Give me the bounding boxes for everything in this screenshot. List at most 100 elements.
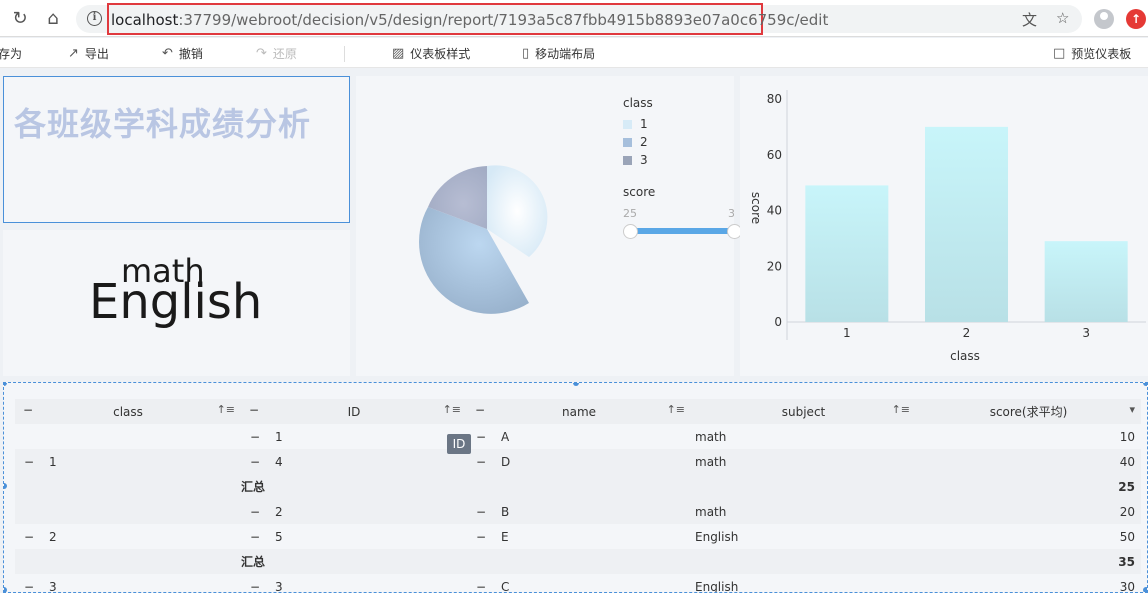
collapse-icon[interactable]: −	[249, 580, 261, 593]
bar-2[interactable]	[925, 126, 1008, 322]
word-cloud-word: English	[89, 274, 263, 330]
collapse-icon[interactable]: −	[249, 455, 261, 469]
score-slider-track[interactable]	[632, 228, 734, 234]
legend-label: 2	[640, 135, 648, 149]
url-host: localhost	[111, 11, 179, 29]
title-widget[interactable]: 各班级学科成绩分析	[3, 76, 350, 223]
collapse-icon[interactable]: −	[249, 505, 261, 519]
preview-dashboard-button[interactable]: □ 预览仪表板	[1053, 45, 1131, 62]
table-cell-subject: English	[691, 574, 916, 592]
bar-chart-widget[interactable]: 0 20 40 60 80 1 2 3 class score	[740, 76, 1148, 376]
browser-toolbar: ↻ ⌂ i localhost:37799/webroot/decision/v…	[0, 0, 1148, 37]
save-as-button[interactable]: 存为	[0, 45, 22, 62]
header-label: score(求平均)	[989, 405, 1068, 419]
extension-icon[interactable]: ↑	[1126, 9, 1146, 29]
legend-item-3[interactable]: 3	[623, 153, 648, 167]
export-label: 导出	[84, 47, 109, 61]
profile-avatar-icon[interactable]	[1094, 9, 1114, 29]
collapse-icon[interactable]: −	[249, 403, 259, 417]
save-as-label: 存为	[0, 47, 23, 61]
collapse-icon[interactable]: −	[249, 530, 261, 544]
column-header-class[interactable]: − class ↑≡	[15, 399, 241, 424]
mobile-layout-button[interactable]: ▯ 移动端布局	[522, 45, 595, 62]
cell-value: 5	[275, 529, 283, 544]
table-cell-name: − A	[467, 424, 691, 449]
translate-icon[interactable]: 文	[1022, 9, 1037, 30]
collapse-icon[interactable]: −	[23, 403, 33, 417]
dropdown-icon[interactable]: ▾	[1129, 403, 1135, 416]
legend-item-1[interactable]: 1	[623, 117, 648, 131]
header-label: subject	[781, 404, 826, 419]
pivot-table: − class ↑≡ − ID ↑≡ − name ↑≡ subject ↑≡ score(求…	[15, 399, 1141, 593]
collapse-icon[interactable]: −	[475, 430, 487, 444]
undo-label: 撤销	[178, 47, 203, 61]
pivot-table-widget[interactable]: − class ↑≡ − ID ↑≡ − name ↑≡ subject ↑≡ score(求…	[3, 382, 1148, 593]
resize-handle[interactable]	[1143, 587, 1147, 592]
collapse-icon[interactable]: −	[475, 505, 487, 519]
dashboard-style-button[interactable]: ▨ 仪表板样式	[392, 45, 470, 62]
star-icon[interactable]: ☆	[1056, 9, 1069, 27]
resize-handle[interactable]	[1143, 383, 1147, 386]
slider-min-label: 25	[623, 207, 637, 220]
column-header-name[interactable]: − name ↑≡	[467, 399, 691, 424]
sort-icon[interactable]: ↑≡	[667, 403, 685, 416]
url-text[interactable]: localhost:37799/webroot/decision/v5/desi…	[111, 10, 828, 30]
sort-icon[interactable]: ↑≡	[892, 403, 910, 416]
cell-value: 25	[1118, 479, 1135, 494]
collapse-icon[interactable]: −	[23, 455, 35, 469]
table-cell-subject: math	[691, 449, 916, 474]
column-header-score[interactable]: score(求平均) ▾	[916, 399, 1141, 424]
cell-value: C	[501, 579, 510, 593]
collapse-icon[interactable]: −	[475, 455, 487, 469]
collapse-icon[interactable]: −	[475, 530, 487, 544]
column-header-subject[interactable]: subject ↑≡	[691, 399, 916, 424]
pie-slice-1[interactable]	[487, 165, 548, 257]
table-cell-subject: English	[691, 524, 916, 549]
reload-icon[interactable]: ↻	[9, 8, 31, 30]
table-row: −2− Bmath 20	[15, 499, 1141, 524]
toolbar-divider	[344, 46, 345, 62]
table-cell-score: 30	[916, 574, 1141, 592]
table-cell-subject	[691, 549, 916, 574]
table-cell-name: − D	[467, 449, 691, 474]
info-icon[interactable]: i	[87, 11, 102, 26]
address-bar[interactable]: i localhost:37799/webroot/decision/v5/de…	[76, 3, 1082, 35]
cell-value: 35	[1118, 554, 1135, 569]
collapse-icon[interactable]: −	[475, 403, 485, 417]
word-cloud-widget[interactable]: math English	[3, 230, 350, 376]
mobile-icon: ▯	[522, 46, 530, 61]
resize-handle[interactable]	[4, 483, 7, 489]
cell-value: 1	[49, 454, 57, 469]
legend-label: 1	[640, 117, 648, 131]
legend-item-2[interactable]: 2	[623, 135, 648, 149]
export-button[interactable]: ↗ 导出	[68, 45, 109, 62]
preview-dashboard-label: 预览仪表板	[1071, 47, 1132, 61]
column-header-id[interactable]: − ID ↑≡	[241, 399, 467, 424]
table-cell-name	[467, 549, 691, 574]
resize-handle[interactable]	[573, 383, 579, 386]
y-tick-label: 60	[767, 148, 782, 162]
x-axis-ticks: 1 2 3	[843, 326, 1090, 340]
mobile-layout-label: 移动端布局	[535, 47, 596, 61]
sort-icon[interactable]: ↑≡	[217, 403, 235, 416]
collapse-icon[interactable]: −	[23, 530, 35, 544]
cell-value: 3	[275, 579, 283, 593]
collapse-icon[interactable]: −	[249, 430, 261, 444]
sort-icon[interactable]: ↑≡	[443, 403, 461, 416]
monitor-icon: □	[1053, 46, 1066, 61]
x-tick-label: 3	[1082, 326, 1090, 340]
y-tick-label: 80	[767, 92, 782, 106]
collapse-icon[interactable]: −	[475, 580, 487, 593]
table-cell-id: −3	[241, 574, 467, 593]
pie-chart-widget[interactable]: class 1 2 3 score 25 3	[356, 76, 734, 376]
home-icon[interactable]: ⌂	[42, 8, 64, 30]
bar-1[interactable]	[805, 185, 889, 322]
undo-button[interactable]: ↶ 撤销	[162, 45, 203, 62]
table-cell-score: 50	[916, 524, 1141, 549]
redo-button[interactable]: ↷ 还原	[256, 45, 297, 62]
score-slider-min-handle[interactable]	[623, 224, 638, 239]
resize-handle[interactable]	[4, 383, 7, 386]
resize-handle[interactable]	[4, 587, 7, 592]
bar-3[interactable]	[1044, 241, 1128, 322]
collapse-icon[interactable]: −	[23, 580, 35, 593]
